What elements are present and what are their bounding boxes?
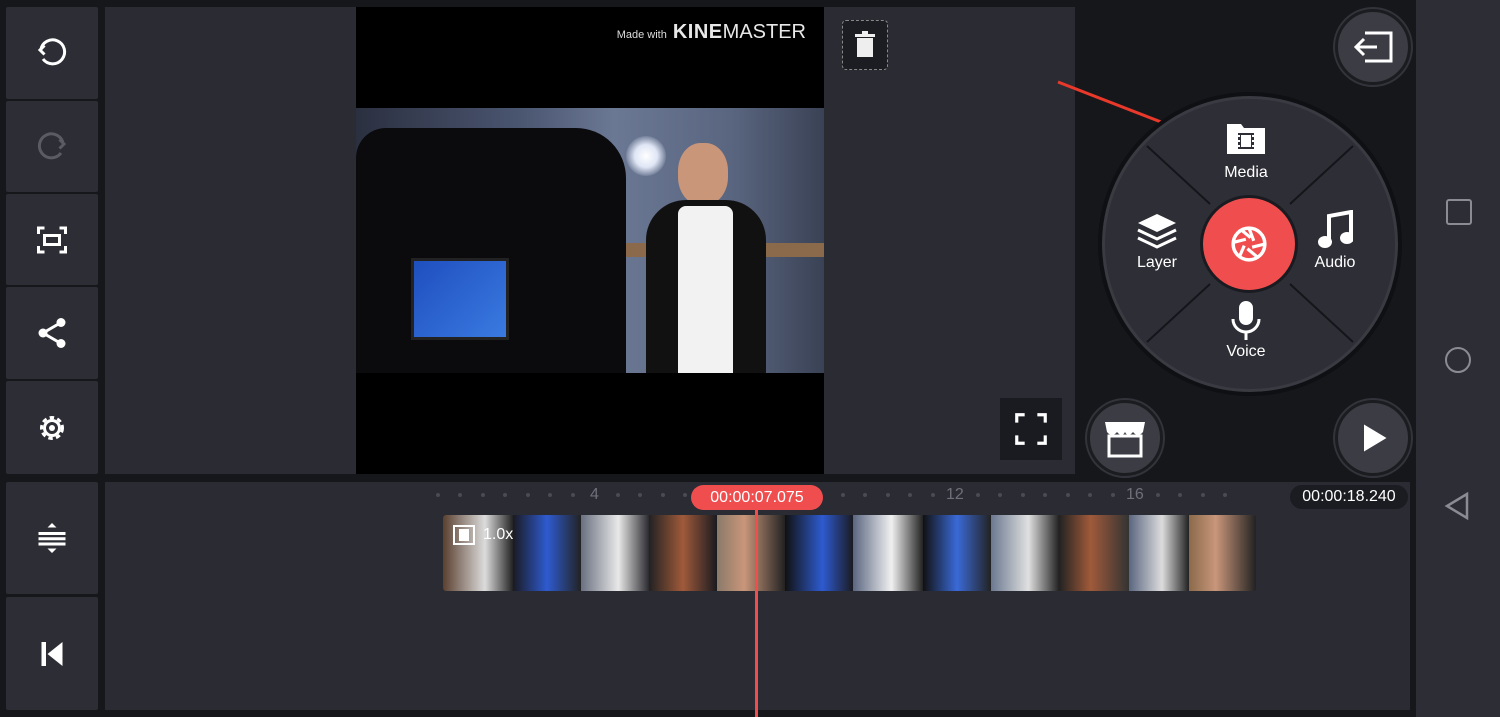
camera-screen-image — [411, 258, 509, 340]
microphone-icon — [1231, 301, 1261, 340]
video-frame — [356, 108, 824, 373]
media-button[interactable]: Media — [1201, 115, 1291, 187]
undo-icon — [37, 38, 67, 66]
capture-frame-icon — [37, 226, 67, 253]
settings-button[interactable] — [6, 381, 98, 474]
media-folder-icon — [1227, 124, 1265, 154]
play-button[interactable] — [1335, 400, 1411, 476]
playhead-line[interactable] — [755, 505, 758, 717]
video-clip[interactable]: 1.0x — [443, 515, 1256, 591]
system-nav-bar — [1416, 0, 1500, 717]
media-label: Media — [1224, 164, 1268, 181]
camera-shutter-icon — [1231, 226, 1267, 262]
voice-label: Voice — [1226, 343, 1266, 360]
layer-button[interactable]: Layer — [1112, 206, 1202, 278]
home-icon[interactable] — [1445, 347, 1471, 373]
exit-icon — [1353, 31, 1393, 63]
skip-to-start-icon — [41, 641, 63, 666]
timeline-expand-icon — [38, 523, 66, 553]
layer-label: Layer — [1136, 254, 1178, 271]
store-icon — [1105, 422, 1145, 458]
clip-speed-label: 1.0x — [483, 526, 514, 543]
playhead-time[interactable]: 00:00:07.075 — [691, 485, 823, 510]
exit-project-button[interactable] — [1335, 9, 1411, 85]
layers-icon — [1137, 214, 1177, 249]
trash-icon — [855, 31, 875, 57]
kinemaster-watermark: Made with KINE MASTER — [617, 21, 806, 44]
gear-icon — [40, 415, 64, 440]
recent-apps-icon[interactable] — [1446, 199, 1472, 225]
ruler-label-16: 16 — [1126, 486, 1144, 503]
film-icon — [453, 525, 475, 545]
watermark-brand-light: MASTER — [722, 21, 806, 43]
watermark-brand-bold: KINE — [672, 21, 723, 43]
capture-frame-button[interactable] — [6, 194, 98, 285]
clip-speed-badge: 1.0x — [453, 525, 513, 545]
undo-button[interactable] — [6, 7, 98, 99]
jump-to-start-button[interactable] — [6, 597, 98, 710]
audio-button[interactable]: Audio — [1290, 206, 1380, 278]
video-preview[interactable]: Made with KINE MASTER — [356, 7, 824, 474]
fullscreen-icon — [1015, 413, 1047, 445]
asset-store-button[interactable] — [1087, 400, 1163, 476]
redo-button[interactable] — [6, 101, 98, 192]
redo-icon — [37, 131, 67, 159]
voice-button[interactable]: Voice — [1201, 298, 1291, 370]
expand-timeline-button[interactable] — [6, 482, 98, 594]
play-icon — [1364, 424, 1387, 452]
share-button[interactable] — [6, 287, 98, 379]
music-note-icon — [1318, 210, 1353, 248]
watermark-made-with: Made with — [616, 29, 667, 41]
back-icon[interactable] — [1444, 492, 1470, 520]
record-button[interactable] — [1200, 195, 1298, 293]
total-duration: 00:00:18.240 — [1290, 485, 1408, 509]
ruler-label-4: 4 — [590, 486, 599, 503]
fullscreen-button[interactable] — [1000, 398, 1062, 460]
delete-watermark-button[interactable] — [842, 20, 888, 70]
person-head — [678, 143, 728, 205]
audio-label: Audio — [1314, 254, 1356, 271]
share-icon — [38, 318, 66, 348]
ruler-label-12: 12 — [946, 486, 964, 503]
